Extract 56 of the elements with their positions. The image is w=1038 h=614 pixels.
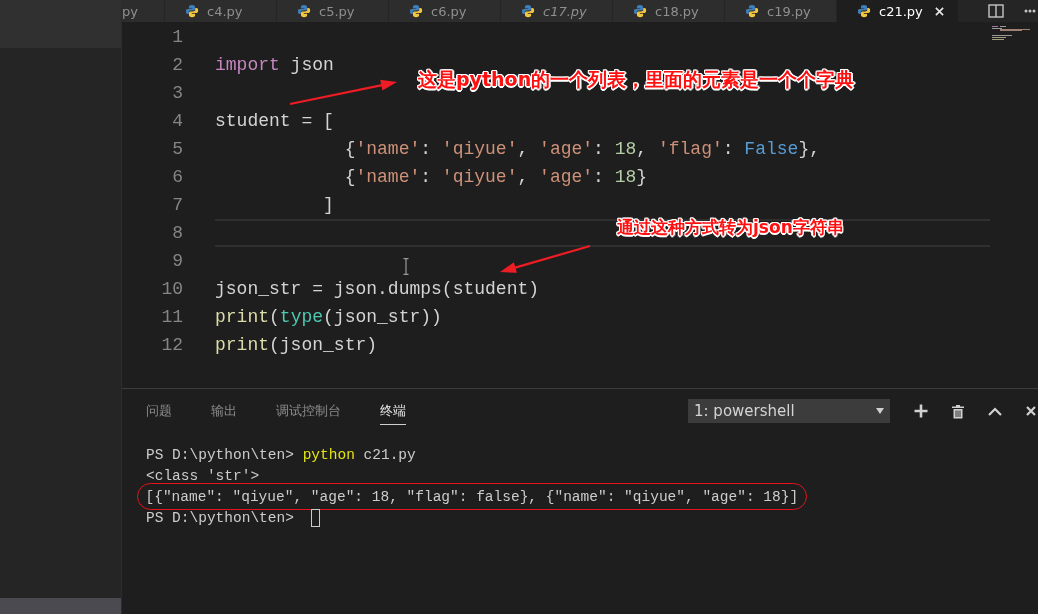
python-file-icon bbox=[185, 4, 199, 18]
code-line: ] bbox=[323, 195, 334, 215]
plus-icon[interactable] bbox=[914, 404, 928, 418]
trash-icon[interactable] bbox=[952, 403, 964, 419]
line-number: 10 bbox=[160, 279, 183, 299]
line-number: 12 bbox=[160, 335, 183, 355]
editor-tab[interactable]: c21.py bbox=[837, 0, 959, 22]
python-file-icon bbox=[521, 4, 535, 18]
editor-tab[interactable]: c5.py bbox=[277, 0, 389, 22]
line-number: 3 bbox=[171, 83, 183, 103]
code-line: print(type(json_str)) bbox=[215, 307, 442, 327]
terminal-line: PS D:\python\ten> python c21.py bbox=[146, 446, 416, 463]
callout-text: 通过这种方式转为json字符串 bbox=[617, 217, 844, 238]
chevron-up-icon[interactable] bbox=[988, 406, 1002, 416]
split-editor-icon[interactable] bbox=[988, 4, 1004, 18]
editor-tab[interactable]: c4.py bbox=[165, 0, 277, 22]
python-file-icon bbox=[409, 4, 423, 18]
python-file-icon bbox=[745, 4, 759, 18]
code-line: print(json_str) bbox=[215, 335, 378, 355]
panel-tab[interactable]: 调试控制台 bbox=[276, 397, 341, 425]
python-file-icon bbox=[857, 4, 871, 18]
line-number: 4 bbox=[171, 111, 183, 131]
line-number: 1 bbox=[171, 27, 183, 47]
python-file-icon bbox=[633, 4, 647, 18]
minimap-drawing bbox=[992, 25, 1032, 41]
code-line: {'name': 'qiyue', 'age': 18} bbox=[344, 167, 648, 187]
caret-icon bbox=[876, 408, 884, 414]
line-number: 11 bbox=[160, 307, 183, 327]
line-number: 5 bbox=[171, 139, 183, 159]
python-file-icon bbox=[297, 4, 311, 18]
code-line: student = [ bbox=[215, 111, 334, 131]
terminal-line: <class 'str'> bbox=[146, 467, 260, 484]
close-icon[interactable] bbox=[934, 6, 944, 16]
more-icon[interactable] bbox=[1024, 9, 1036, 13]
line-number: 7 bbox=[171, 195, 183, 215]
terminal-line: PS D:\python\ten> bbox=[146, 509, 294, 526]
editor-tab[interactable]: py bbox=[122, 0, 165, 22]
code-line: json_str = json.dumps(student) bbox=[215, 279, 540, 299]
editor-tab[interactable]: c17.py bbox=[501, 0, 613, 22]
terminal-line: [{"name": "qiyue", "age": 18, "flag": false}, {"name": "qiyue", "age": 18}] bbox=[145, 488, 799, 505]
editor-tab[interactable]: c6.py bbox=[389, 0, 501, 22]
callout-text: 这是python的一个列表，里面的元素是一个个字典 bbox=[418, 68, 855, 91]
panel-tab[interactable]: 输出 bbox=[211, 397, 237, 425]
line-number: 6 bbox=[171, 167, 183, 187]
editor-tab[interactable]: c19.py bbox=[725, 0, 837, 22]
text-cursor-icon bbox=[403, 258, 409, 275]
line-number: 8 bbox=[171, 223, 183, 243]
code-line: import json bbox=[215, 55, 334, 75]
panel-tab[interactable]: 终端 bbox=[380, 397, 406, 425]
line-number: 9 bbox=[171, 251, 183, 271]
code-line: {'name': 'qiyue', 'age': 18, 'flag': False}, bbox=[344, 139, 820, 159]
close-icon[interactable] bbox=[1026, 406, 1036, 416]
terminal-select[interactable]: 1: powershell bbox=[688, 399, 890, 423]
panel-tab[interactable]: 问题 bbox=[146, 397, 172, 425]
line-number: 2 bbox=[171, 55, 183, 75]
editor-tab[interactable]: c18.py bbox=[613, 0, 725, 22]
